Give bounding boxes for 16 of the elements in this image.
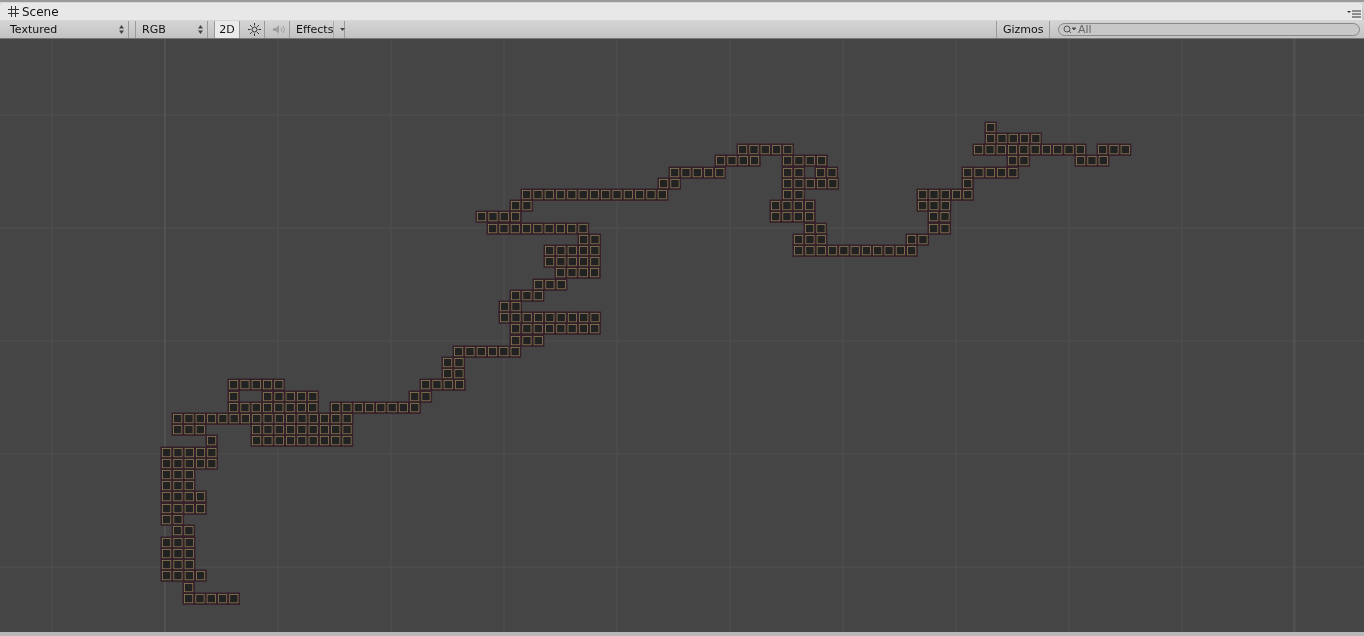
menu-icon[interactable]: [1347, 8, 1361, 18]
render-mode-dropdown[interactable]: RGB: [136, 20, 208, 38]
scene-tab[interactable]: Scene: [0, 3, 1362, 20]
search-icon: [1063, 24, 1076, 34]
grid-icon: [8, 6, 19, 17]
sun-icon: [247, 22, 261, 36]
up-down-arrows-icon: [119, 24, 124, 34]
up-down-arrows-icon: [198, 24, 203, 34]
speaker-icon: [271, 23, 287, 35]
gizmos-dropdown[interactable]: Gizmos: [996, 20, 1050, 38]
search-field[interactable]: All: [1058, 22, 1360, 36]
caret-icon: [340, 27, 346, 31]
2d-toggle[interactable]: 2D: [215, 20, 240, 38]
draw-mode-dropdown[interactable]: Textured: [4, 20, 129, 38]
effects-dropdown[interactable]: Effects: [290, 20, 345, 38]
tab-title: Scene: [22, 4, 59, 19]
